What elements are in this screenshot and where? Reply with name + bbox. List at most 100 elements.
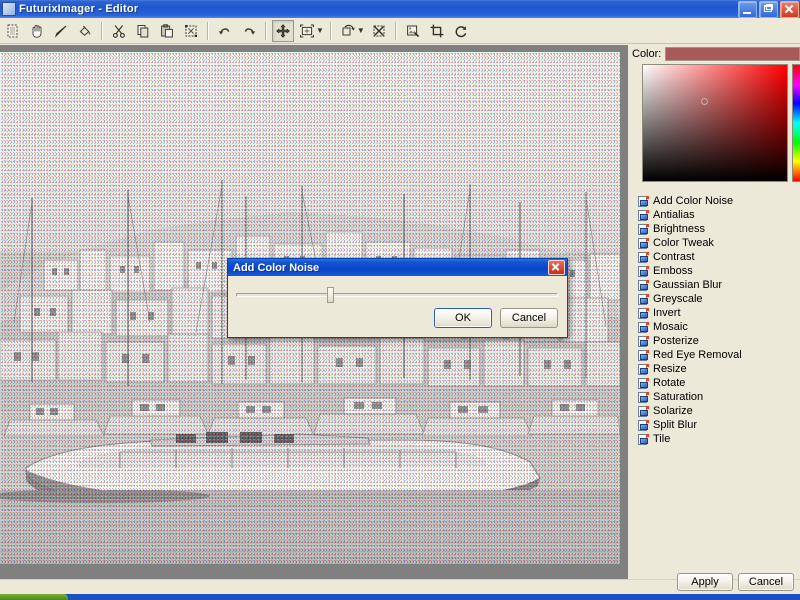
toolbar-separator [329, 21, 332, 40]
clear-marquee-icon [371, 23, 387, 39]
plugin-icon [638, 433, 649, 445]
plugin-icon [638, 405, 649, 417]
color-row: Color: [632, 46, 800, 61]
effect-item[interactable]: Contrast [634, 250, 800, 264]
plugin-icon [638, 195, 649, 207]
paste-button[interactable] [156, 20, 178, 42]
dialog-close-button[interactable] [548, 260, 565, 275]
slider-thumb[interactable] [327, 287, 334, 303]
effects-list[interactable]: Add Color Noise Antialias Brightness Color … [634, 194, 800, 566]
effect-item[interactable]: Solarize [634, 404, 800, 418]
zoom-fit-button[interactable] [296, 20, 318, 42]
effect-item[interactable]: Antialias [634, 208, 800, 222]
effect-label: Contrast [653, 251, 695, 263]
redo-arrow-icon [241, 23, 257, 39]
toolbar-separator [394, 21, 397, 40]
rotate-flip-button[interactable] [337, 20, 359, 42]
effect-label: Posterize [653, 335, 699, 347]
paint-bucket-icon [77, 23, 93, 39]
taskbar[interactable] [0, 594, 800, 600]
effect-item[interactable]: Mosaic [634, 320, 800, 334]
hand-icon [29, 23, 45, 39]
app-icon [2, 2, 16, 16]
move-cross-icon [275, 23, 291, 39]
effect-item[interactable]: Greyscale [634, 292, 800, 306]
effect-label: Solarize [653, 405, 693, 417]
color-swatch[interactable] [665, 46, 800, 61]
slider-track[interactable] [236, 293, 558, 297]
effect-item[interactable]: Resize [634, 362, 800, 376]
saturation-value-picker[interactable] [642, 64, 788, 182]
select-rectangle-icon [5, 23, 21, 39]
plugin-icon [638, 377, 649, 389]
noise-amount-slider[interactable] [236, 287, 558, 303]
copy-button[interactable] [132, 20, 154, 42]
effect-label: Saturation [653, 391, 704, 403]
effect-item[interactable]: Rotate [634, 376, 800, 390]
effect-item[interactable]: Split Blur [634, 418, 800, 432]
toolbar-separator [265, 21, 267, 40]
start-button[interactable] [0, 594, 68, 600]
crop-icon [429, 23, 445, 39]
move-button[interactable] [272, 19, 294, 42]
rotate-flip-icon [340, 23, 356, 39]
select-tool-button[interactable] [2, 20, 24, 42]
panel-cancel-button[interactable]: Cancel [738, 573, 794, 591]
minimize-icon [743, 11, 751, 14]
effect-item[interactable]: Emboss [634, 264, 800, 278]
plugin-icon [638, 237, 649, 249]
plugin-icon [638, 419, 649, 431]
image-properties-icon [405, 23, 421, 39]
toolbar-separator [207, 21, 209, 40]
effect-item[interactable]: Color Tweak [634, 236, 800, 250]
effect-item[interactable]: Add Color Noise [634, 194, 800, 208]
undo-button[interactable] [214, 20, 236, 42]
effect-item[interactable]: Posterize [634, 334, 800, 348]
dialog-buttons: OK Cancel [434, 308, 558, 328]
effect-item[interactable]: Saturation [634, 390, 800, 404]
tools-panel: Color: Add Color Noise Antialias Brightnes… [630, 44, 800, 600]
crop-selection-button[interactable] [180, 20, 202, 42]
add-color-noise-dialog: Add Color Noise OK Cancel [227, 258, 568, 338]
effect-item[interactable]: Gaussian Blur [634, 278, 800, 292]
dialog-body: OK Cancel [228, 276, 567, 337]
pencil-line-icon [53, 23, 69, 39]
refresh-button[interactable] [450, 20, 472, 42]
minimize-button[interactable] [738, 0, 757, 18]
dialog-ok-button[interactable]: OK [434, 308, 492, 328]
scissors-icon [111, 23, 127, 39]
plugin-icon [638, 293, 649, 305]
effect-item[interactable]: Invert [634, 306, 800, 320]
saturation-value-cursor[interactable] [701, 98, 708, 105]
photo-water [0, 489, 620, 564]
zoom-fit-icon [299, 23, 315, 39]
apply-button[interactable]: Apply [677, 573, 733, 591]
rotate-flip-dropdown-arrow[interactable]: ▼ [357, 26, 365, 35]
plugin-icon [638, 307, 649, 319]
effect-label: Split Blur [653, 419, 698, 431]
close-button[interactable] [780, 0, 799, 18]
clear-selection-button[interactable] [368, 20, 390, 42]
paste-icon [159, 23, 175, 39]
cut-button[interactable] [108, 20, 130, 42]
restore-button[interactable] [759, 0, 778, 18]
image-properties-button[interactable] [402, 20, 424, 42]
hue-strip[interactable] [792, 64, 800, 182]
redo-button[interactable] [238, 20, 260, 42]
plugin-icon [638, 223, 649, 235]
effect-item[interactable]: Red Eye Removal [634, 348, 800, 362]
crop-button[interactable] [426, 20, 448, 42]
fill-tool-button[interactable] [74, 20, 96, 42]
restore-icon-back [766, 3, 773, 10]
zoom-fit-dropdown-arrow[interactable]: ▼ [316, 26, 324, 35]
undo-arrow-icon [217, 23, 233, 39]
dialog-cancel-button[interactable]: Cancel [500, 308, 558, 328]
line-tool-button[interactable] [50, 20, 72, 42]
window-title-bar: FuturixImager - Editor [0, 0, 800, 18]
effect-item[interactable]: Brightness [634, 222, 800, 236]
effect-item[interactable]: Tile [634, 432, 800, 446]
effect-label: Tile [653, 433, 671, 445]
effect-label: Gaussian Blur [653, 279, 723, 291]
main-toolbar: ▼ ▼ [0, 18, 800, 44]
hand-tool-button[interactable] [26, 20, 48, 42]
